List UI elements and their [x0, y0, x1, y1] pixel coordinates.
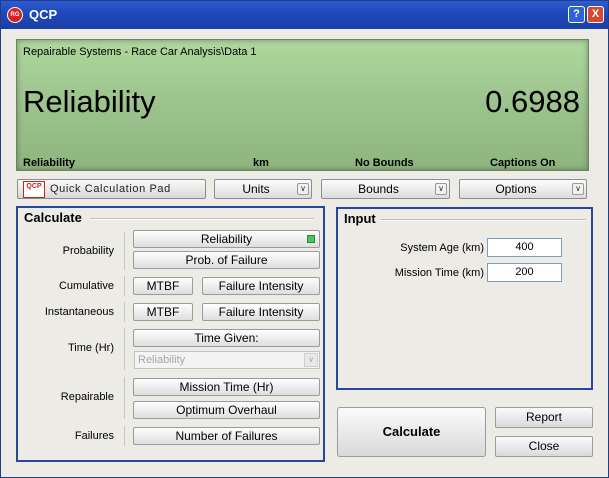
bounds-dropdown[interactable]: Bounds ∨ — [321, 179, 450, 199]
result-metric-name: Reliability — [23, 84, 156, 119]
qcp-label: Quick Calculation Pad — [50, 183, 171, 195]
divider — [124, 302, 125, 322]
time-label: Time (Hr) — [67, 342, 114, 354]
calculate-panel: Calculate Probability Reliability Prob. … — [16, 206, 325, 462]
time-given-select[interactable]: Reliability ∨ — [134, 351, 320, 369]
units-label: Units — [242, 182, 270, 196]
input-panel: Input System Age (km) 400 Mission Time (… — [336, 207, 593, 390]
status-metric: Reliability — [23, 157, 75, 169]
instantaneous-label: Instantaneous — [44, 306, 114, 318]
repairable-label: Repairable — [60, 391, 114, 403]
units-dropdown[interactable]: Units ∨ — [214, 179, 312, 199]
reliability-button-label: Reliability — [200, 232, 253, 246]
system-age-input[interactable]: 400 — [487, 238, 562, 257]
divider — [124, 328, 125, 370]
qcp-window: RG QCP ? X Repairable Systems - Race Car… — [0, 0, 609, 478]
time-given-select-value: Reliability — [138, 354, 186, 366]
options-label: Options — [495, 182, 537, 196]
help-button[interactable]: ? — [568, 6, 585, 23]
mission-time-label: Mission Time (km) — [394, 267, 484, 279]
mission-time-input[interactable]: 200 — [487, 263, 562, 282]
divider — [124, 426, 125, 446]
chevron-down-icon: ∨ — [572, 183, 584, 195]
quick-calculation-pad-button[interactable]: QCP Quick Calculation Pad — [17, 179, 206, 199]
failures-label: Failures — [74, 430, 114, 442]
app-logo-icon: RG — [7, 7, 23, 23]
qcp-logo-icon: QCP — [23, 181, 45, 198]
bounds-label: Bounds — [358, 182, 399, 196]
report-button[interactable]: Report — [495, 407, 593, 428]
calculate-button[interactable]: Calculate — [337, 407, 486, 457]
data-path: Repairable Systems - Race Car Analysis\D… — [23, 46, 257, 58]
number-of-failures-button[interactable]: Number of Failures — [133, 427, 320, 445]
optimum-overhaul-button[interactable]: Optimum Overhaul — [133, 401, 320, 419]
window-title: QCP — [29, 7, 58, 22]
divider — [124, 232, 125, 270]
status-bounds: No Bounds — [355, 157, 414, 169]
chevron-down-icon: ∨ — [297, 183, 309, 195]
cumulative-label: Cumulative — [58, 280, 114, 292]
result-display: Repairable Systems - Race Car Analysis\D… — [16, 39, 589, 171]
system-age-label: System Age (km) — [400, 242, 484, 254]
probability-label: Probability — [62, 245, 114, 257]
time-given-button[interactable]: Time Given: — [133, 329, 320, 347]
chevron-down-icon: ∨ — [435, 183, 447, 195]
window-close-button[interactable]: X — [587, 6, 604, 23]
divider — [90, 218, 314, 220]
result-value: 0.6988 — [485, 84, 580, 119]
input-title: Input — [344, 211, 376, 226]
close-button[interactable]: Close — [495, 436, 593, 457]
status-captions: Captions On — [490, 157, 556, 169]
cumulative-mtbf-button[interactable]: MTBF — [133, 277, 193, 295]
prob-failure-button[interactable]: Prob. of Failure — [133, 251, 320, 269]
calculate-title: Calculate — [24, 210, 82, 225]
divider — [124, 377, 125, 419]
reliability-button[interactable]: Reliability — [133, 230, 320, 248]
cumulative-failure-intensity-button[interactable]: Failure Intensity — [202, 277, 320, 295]
options-dropdown[interactable]: Options ∨ — [459, 179, 587, 199]
mission-time-button[interactable]: Mission Time (Hr) — [133, 378, 320, 396]
instantaneous-mtbf-button[interactable]: MTBF — [133, 303, 193, 321]
divider — [124, 276, 125, 296]
instantaneous-failure-intensity-button[interactable]: Failure Intensity — [202, 303, 320, 321]
divider — [380, 219, 586, 221]
title-bar[interactable]: RG QCP ? X — [1, 1, 608, 29]
chevron-down-icon: ∨ — [304, 353, 318, 367]
selected-indicator-icon — [307, 235, 315, 243]
status-units: km — [253, 157, 269, 169]
